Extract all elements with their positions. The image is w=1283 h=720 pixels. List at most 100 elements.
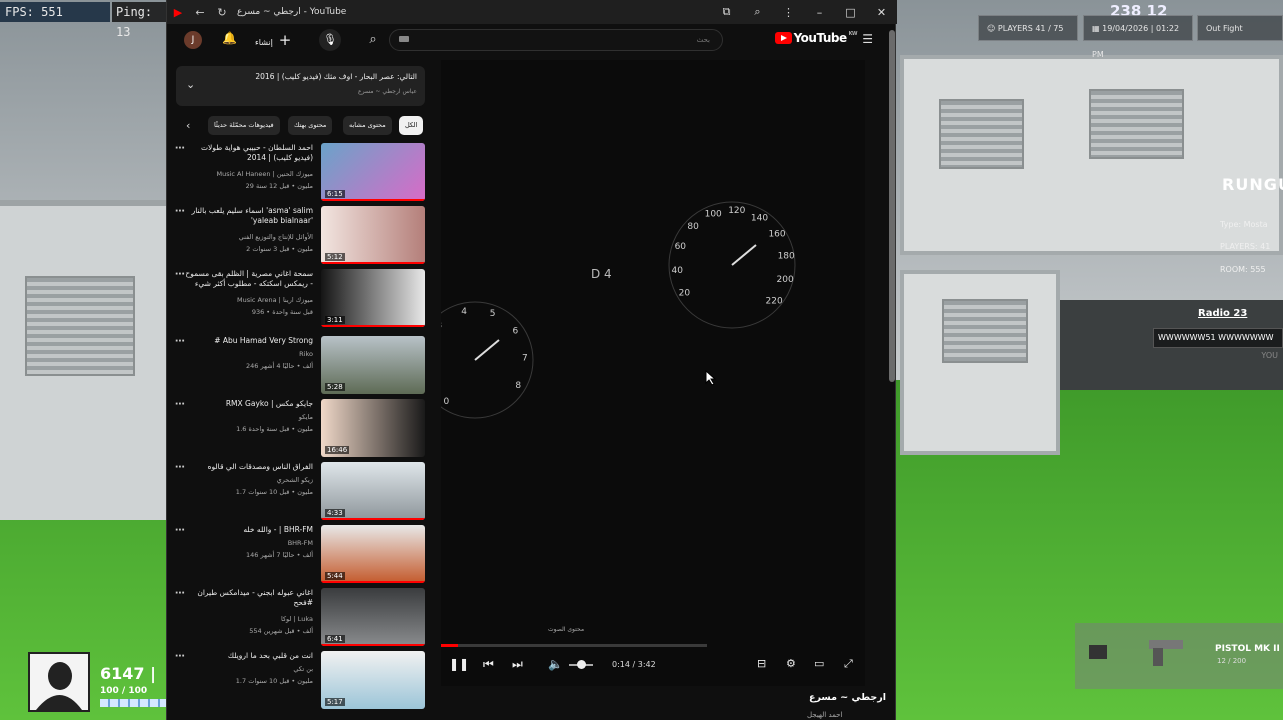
players-hud: ☺ PLAYERS 41 / 75 [978, 15, 1078, 41]
video-channel[interactable]: Riko [299, 350, 313, 358]
video-title[interactable]: سمحة اغاني مصرية | الظلم بقى مسموح - ريم… [183, 269, 313, 289]
more-options-icon[interactable]: ⋯ [175, 588, 185, 599]
user-icon: ☺ [987, 24, 996, 33]
name-tag-text: WWWWWW51 WWWWWWW [1158, 333, 1274, 342]
video-thumbnail[interactable]: 6:41 [321, 588, 425, 646]
video-channel[interactable]: Music Arena | ميوزك ارينا [237, 296, 313, 304]
video-channel[interactable]: زيكو الشحري [277, 476, 313, 484]
video-title[interactable]: Abu Hamad Very Strong # [183, 336, 313, 346]
video-channel[interactable]: BHR-FM [288, 539, 313, 547]
create-button[interactable]: إنشاء + [255, 30, 291, 50]
related-video[interactable]: 5:28 Abu Hamad Very Strong # Riko 246 أل… [167, 336, 425, 396]
related-video[interactable]: 5:17 انت من قلبي بحد ما ارويلك بن تكي 1.… [167, 651, 425, 711]
fight-status-hud: Out Fight [1197, 15, 1283, 41]
related-video[interactable]: 16:46 جايكو مكس | RMX Gayko مايكو 1.6 مل… [167, 399, 425, 459]
video-thumbnail[interactable]: 16:46 [321, 399, 425, 457]
volume-knob[interactable] [577, 660, 586, 669]
watched-progress [321, 581, 425, 583]
back-icon[interactable]: ← [189, 6, 211, 19]
next-icon[interactable]: ⏭ [512, 657, 523, 672]
video-thumbnail[interactable]: 4:33 [321, 462, 425, 520]
miniplayer-icon[interactable]: ▭ [814, 657, 824, 670]
video-channel[interactable]: الأوائل للإنتاج والتوزيع الفني [239, 233, 313, 241]
speedometer-label: 120 [728, 206, 745, 216]
chip-recently-uploaded[interactable]: فيديوهات محمّلة حديثًا [208, 116, 280, 135]
chip-all[interactable]: الكل [399, 116, 424, 135]
related-video[interactable]: 3:11 سمحة اغاني مصرية | الظلم بقى مسموح … [167, 269, 425, 329]
account-avatar[interactable]: J [184, 31, 202, 49]
related-video[interactable]: 4:33 الفراق الناس ومصدقات الي قالوه زيكو… [167, 462, 425, 522]
video-duration: 3:11 [325, 316, 345, 324]
minimize-button[interactable]: – [804, 6, 835, 19]
chevron-down-icon[interactable]: ⌄ [186, 78, 195, 91]
video-channel[interactable]: بن تكي [293, 665, 313, 673]
video-title[interactable]: جايكو مكس | RMX Gayko [183, 399, 313, 409]
more-options-icon[interactable]: ⋯ [175, 525, 185, 536]
more-options-icon[interactable]: ⋯ [175, 651, 185, 662]
video-channel-main[interactable]: احمد الهيجل [807, 711, 842, 719]
video-thumbnail[interactable]: 3:11 [321, 269, 425, 327]
video-title[interactable]: BHR-FM | - والله خله [183, 525, 313, 535]
speedometer-needle [731, 244, 757, 266]
related-video[interactable]: 5:12 asma' salim' اسماء سليم يلعب بالنار… [167, 206, 425, 266]
settings-gear-icon[interactable]: ⚙ [786, 657, 796, 670]
video-channel[interactable]: لوكا | Luka [281, 615, 313, 623]
vent-grille [942, 299, 1028, 363]
video-thumbnail[interactable]: 5:44 [321, 525, 425, 583]
more-options-icon[interactable]: ⋯ [175, 336, 185, 347]
weapon-slot-icon [1089, 645, 1107, 659]
more-options-icon[interactable]: ⋯ [175, 206, 185, 217]
video-channel[interactable]: Music Al Haneen | ميوزك الحنين [216, 170, 313, 178]
chevron-left-icon[interactable]: ‹ [186, 116, 190, 135]
more-options-icon[interactable]: ⋯ [175, 462, 185, 473]
related-video[interactable]: 6:41 اغاني عبوله ابجني - ميدامكس طيران #… [167, 588, 425, 648]
video-meta: 2 مليون • قبل 3 سنوات [246, 245, 313, 253]
video-thumbnail[interactable]: 5:17 [321, 651, 425, 709]
notifications-bell-icon[interactable]: 🔔 [222, 31, 237, 45]
more-options-icon[interactable]: ⋯ [175, 143, 185, 154]
video-title[interactable]: الفراق الناس ومصدقات الي قالوه [183, 462, 313, 472]
video-thumbnail[interactable]: 6:15 [321, 143, 425, 201]
zoom-icon[interactable]: ⌕ [742, 5, 773, 19]
video-thumbnail[interactable]: 5:12 [321, 206, 425, 264]
pause-icon[interactable]: ❚❚ [449, 657, 469, 671]
fullscreen-icon[interactable]: ⤢ [844, 657, 853, 671]
search-icon[interactable]: ⌕ [359, 29, 387, 51]
maximize-button[interactable]: □ [835, 6, 866, 19]
video-title[interactable]: احمد السلطان - حبيبي هواية طولات (فيديو … [183, 143, 313, 163]
volume-icon[interactable]: 🔈 [548, 657, 563, 671]
window-controls: ⧉ ⌕ ⋮ – □ ✕ [711, 0, 897, 24]
weapon-ammo: 12 / 200 [1217, 657, 1247, 665]
related-video[interactable]: 6:15 احمد السلطان - حبيبي هواية طولات (ف… [167, 143, 425, 203]
related-video[interactable]: 5:44 BHR-FM | - والله خله BHR-FM 146 ألف… [167, 525, 425, 585]
page-scrollbar[interactable] [889, 30, 895, 382]
translate-icon[interactable]: ⧉ [711, 5, 742, 19]
keyboard-icon[interactable] [399, 36, 409, 42]
chip-for-you[interactable]: محتوى بهتك [288, 116, 333, 135]
video-channel[interactable]: مايكو [299, 413, 313, 421]
video-thumbnail[interactable]: 5:28 [321, 336, 425, 394]
video-title[interactable]: اغاني عبوله ابجني - ميدامكس طيران #فحح [183, 588, 313, 608]
reload-icon[interactable]: ↻ [211, 6, 233, 19]
subtitles-icon[interactable]: ⊟ [757, 657, 766, 670]
tachometer-label: 7 [522, 353, 528, 363]
video-title[interactable]: انت من قلبي بحد ما ارويلك [183, 651, 313, 661]
video-title[interactable]: asma' salim' اسماء سليم يلعب بالنار 'yal… [183, 206, 313, 226]
video-duration: 4:33 [325, 509, 345, 517]
health-value: 100 / 100 [100, 686, 148, 696]
up-next-panel[interactable]: التالي: عصر البحار - اوف مثك (فيديو كليب… [176, 66, 425, 106]
youtube-logo[interactable]: YouTube KW [774, 31, 858, 45]
video-player[interactable]: 012345678 20406080100120140160180200220 … [441, 60, 865, 686]
progress-bar[interactable] [441, 644, 707, 647]
vent-grille [939, 99, 1024, 169]
more-menu-icon[interactable]: ⋮ [773, 6, 804, 19]
search-input[interactable]: بحث [389, 29, 723, 51]
hamburger-menu-icon[interactable]: ☰ [862, 32, 873, 46]
chip-similar[interactable]: محتوى مشابه [343, 116, 392, 135]
close-button[interactable]: ✕ [866, 6, 897, 19]
progress-bar-fill [441, 644, 458, 647]
previous-icon[interactable]: ⏮ [483, 657, 494, 672]
voice-search-mic-icon[interactable]: 🎙 [319, 29, 341, 51]
more-options-icon[interactable]: ⋯ [175, 269, 185, 280]
more-options-icon[interactable]: ⋯ [175, 399, 185, 410]
